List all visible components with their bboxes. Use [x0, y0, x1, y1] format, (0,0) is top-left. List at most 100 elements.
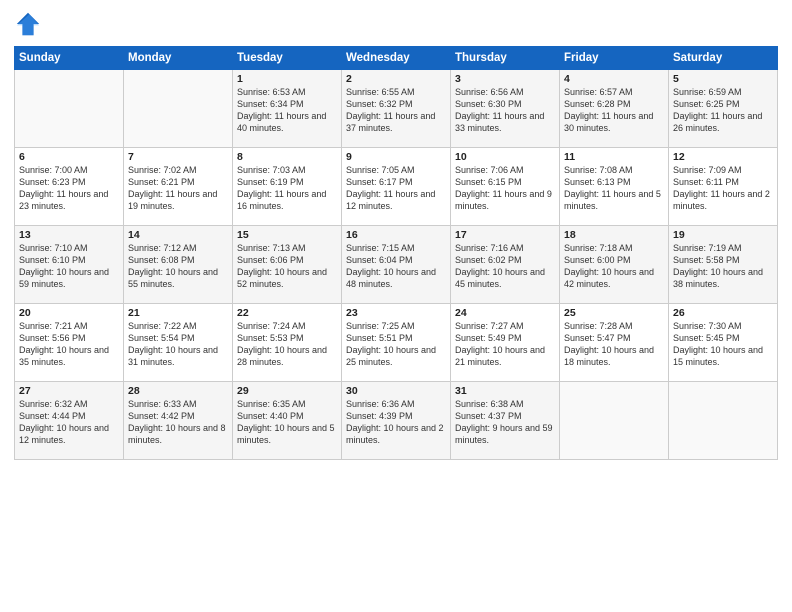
day-number: 11 [564, 151, 664, 163]
day-number: 13 [19, 229, 119, 241]
calendar-week-row: 13Sunrise: 7:10 AM Sunset: 6:10 PM Dayli… [15, 226, 778, 304]
day-info: Sunrise: 7:06 AM Sunset: 6:15 PM Dayligh… [455, 164, 555, 213]
day-info: Sunrise: 7:00 AM Sunset: 6:23 PM Dayligh… [19, 164, 119, 213]
calendar-cell: 10Sunrise: 7:06 AM Sunset: 6:15 PM Dayli… [451, 148, 560, 226]
day-number: 7 [128, 151, 228, 163]
day-number: 14 [128, 229, 228, 241]
calendar-cell: 21Sunrise: 7:22 AM Sunset: 5:54 PM Dayli… [124, 304, 233, 382]
day-info: Sunrise: 7:16 AM Sunset: 6:02 PM Dayligh… [455, 242, 555, 291]
calendar-cell: 9Sunrise: 7:05 AM Sunset: 6:17 PM Daylig… [342, 148, 451, 226]
day-info: Sunrise: 7:24 AM Sunset: 5:53 PM Dayligh… [237, 320, 337, 369]
calendar-cell: 7Sunrise: 7:02 AM Sunset: 6:21 PM Daylig… [124, 148, 233, 226]
calendar-cell [15, 70, 124, 148]
day-number: 5 [673, 73, 773, 85]
day-number: 3 [455, 73, 555, 85]
calendar-cell: 13Sunrise: 7:10 AM Sunset: 6:10 PM Dayli… [15, 226, 124, 304]
logo [14, 10, 44, 38]
day-info: Sunrise: 7:27 AM Sunset: 5:49 PM Dayligh… [455, 320, 555, 369]
day-info: Sunrise: 7:15 AM Sunset: 6:04 PM Dayligh… [346, 242, 446, 291]
day-number: 26 [673, 307, 773, 319]
logo-icon [14, 10, 42, 38]
page-header [14, 10, 778, 38]
day-number: 1 [237, 73, 337, 85]
day-info: Sunrise: 6:53 AM Sunset: 6:34 PM Dayligh… [237, 86, 337, 135]
day-info: Sunrise: 6:36 AM Sunset: 4:39 PM Dayligh… [346, 398, 446, 447]
day-number: 25 [564, 307, 664, 319]
day-info: Sunrise: 7:13 AM Sunset: 6:06 PM Dayligh… [237, 242, 337, 291]
calendar-cell: 4Sunrise: 6:57 AM Sunset: 6:28 PM Daylig… [560, 70, 669, 148]
day-info: Sunrise: 7:22 AM Sunset: 5:54 PM Dayligh… [128, 320, 228, 369]
calendar-cell: 19Sunrise: 7:19 AM Sunset: 5:58 PM Dayli… [669, 226, 778, 304]
day-number: 21 [128, 307, 228, 319]
weekday-header-wednesday: Wednesday [342, 47, 451, 70]
day-info: Sunrise: 6:55 AM Sunset: 6:32 PM Dayligh… [346, 86, 446, 135]
day-info: Sunrise: 7:30 AM Sunset: 5:45 PM Dayligh… [673, 320, 773, 369]
calendar-cell: 12Sunrise: 7:09 AM Sunset: 6:11 PM Dayli… [669, 148, 778, 226]
day-info: Sunrise: 7:03 AM Sunset: 6:19 PM Dayligh… [237, 164, 337, 213]
calendar-cell: 8Sunrise: 7:03 AM Sunset: 6:19 PM Daylig… [233, 148, 342, 226]
day-number: 23 [346, 307, 446, 319]
calendar-cell: 11Sunrise: 7:08 AM Sunset: 6:13 PM Dayli… [560, 148, 669, 226]
page-container: SundayMondayTuesdayWednesdayThursdayFrid… [0, 0, 792, 466]
weekday-header-saturday: Saturday [669, 47, 778, 70]
calendar-table: SundayMondayTuesdayWednesdayThursdayFrid… [14, 46, 778, 460]
day-info: Sunrise: 7:12 AM Sunset: 6:08 PM Dayligh… [128, 242, 228, 291]
day-number: 10 [455, 151, 555, 163]
day-info: Sunrise: 6:57 AM Sunset: 6:28 PM Dayligh… [564, 86, 664, 135]
day-number: 4 [564, 73, 664, 85]
weekday-header-friday: Friday [560, 47, 669, 70]
day-number: 6 [19, 151, 119, 163]
day-number: 28 [128, 385, 228, 397]
day-number: 9 [346, 151, 446, 163]
calendar-cell: 16Sunrise: 7:15 AM Sunset: 6:04 PM Dayli… [342, 226, 451, 304]
calendar-cell [124, 70, 233, 148]
calendar-cell: 24Sunrise: 7:27 AM Sunset: 5:49 PM Dayli… [451, 304, 560, 382]
calendar-cell: 1Sunrise: 6:53 AM Sunset: 6:34 PM Daylig… [233, 70, 342, 148]
day-info: Sunrise: 7:19 AM Sunset: 5:58 PM Dayligh… [673, 242, 773, 291]
weekday-header-row: SundayMondayTuesdayWednesdayThursdayFrid… [15, 47, 778, 70]
calendar-cell: 28Sunrise: 6:33 AM Sunset: 4:42 PM Dayli… [124, 382, 233, 460]
calendar-cell: 20Sunrise: 7:21 AM Sunset: 5:56 PM Dayli… [15, 304, 124, 382]
weekday-header-tuesday: Tuesday [233, 47, 342, 70]
calendar-week-row: 20Sunrise: 7:21 AM Sunset: 5:56 PM Dayli… [15, 304, 778, 382]
day-number: 2 [346, 73, 446, 85]
day-number: 24 [455, 307, 555, 319]
calendar-cell: 14Sunrise: 7:12 AM Sunset: 6:08 PM Dayli… [124, 226, 233, 304]
day-number: 30 [346, 385, 446, 397]
calendar-cell: 15Sunrise: 7:13 AM Sunset: 6:06 PM Dayli… [233, 226, 342, 304]
calendar-cell: 25Sunrise: 7:28 AM Sunset: 5:47 PM Dayli… [560, 304, 669, 382]
day-info: Sunrise: 7:25 AM Sunset: 5:51 PM Dayligh… [346, 320, 446, 369]
weekday-header-monday: Monday [124, 47, 233, 70]
day-info: Sunrise: 6:33 AM Sunset: 4:42 PM Dayligh… [128, 398, 228, 447]
calendar-cell: 30Sunrise: 6:36 AM Sunset: 4:39 PM Dayli… [342, 382, 451, 460]
day-info: Sunrise: 7:10 AM Sunset: 6:10 PM Dayligh… [19, 242, 119, 291]
day-info: Sunrise: 7:18 AM Sunset: 6:00 PM Dayligh… [564, 242, 664, 291]
calendar-cell [669, 382, 778, 460]
day-number: 15 [237, 229, 337, 241]
day-number: 8 [237, 151, 337, 163]
day-number: 20 [19, 307, 119, 319]
day-info: Sunrise: 6:35 AM Sunset: 4:40 PM Dayligh… [237, 398, 337, 447]
day-info: Sunrise: 7:08 AM Sunset: 6:13 PM Dayligh… [564, 164, 664, 213]
day-info: Sunrise: 7:02 AM Sunset: 6:21 PM Dayligh… [128, 164, 228, 213]
calendar-cell: 23Sunrise: 7:25 AM Sunset: 5:51 PM Dayli… [342, 304, 451, 382]
calendar-week-row: 27Sunrise: 6:32 AM Sunset: 4:44 PM Dayli… [15, 382, 778, 460]
calendar-cell: 17Sunrise: 7:16 AM Sunset: 6:02 PM Dayli… [451, 226, 560, 304]
day-number: 17 [455, 229, 555, 241]
calendar-cell: 6Sunrise: 7:00 AM Sunset: 6:23 PM Daylig… [15, 148, 124, 226]
day-number: 22 [237, 307, 337, 319]
day-info: Sunrise: 6:32 AM Sunset: 4:44 PM Dayligh… [19, 398, 119, 447]
day-info: Sunrise: 7:05 AM Sunset: 6:17 PM Dayligh… [346, 164, 446, 213]
day-number: 18 [564, 229, 664, 241]
calendar-week-row: 1Sunrise: 6:53 AM Sunset: 6:34 PM Daylig… [15, 70, 778, 148]
day-number: 19 [673, 229, 773, 241]
day-info: Sunrise: 7:09 AM Sunset: 6:11 PM Dayligh… [673, 164, 773, 213]
calendar-cell: 18Sunrise: 7:18 AM Sunset: 6:00 PM Dayli… [560, 226, 669, 304]
weekday-header-sunday: Sunday [15, 47, 124, 70]
calendar-cell: 22Sunrise: 7:24 AM Sunset: 5:53 PM Dayli… [233, 304, 342, 382]
calendar-cell: 26Sunrise: 7:30 AM Sunset: 5:45 PM Dayli… [669, 304, 778, 382]
calendar-cell: 27Sunrise: 6:32 AM Sunset: 4:44 PM Dayli… [15, 382, 124, 460]
calendar-week-row: 6Sunrise: 7:00 AM Sunset: 6:23 PM Daylig… [15, 148, 778, 226]
day-number: 31 [455, 385, 555, 397]
day-number: 27 [19, 385, 119, 397]
